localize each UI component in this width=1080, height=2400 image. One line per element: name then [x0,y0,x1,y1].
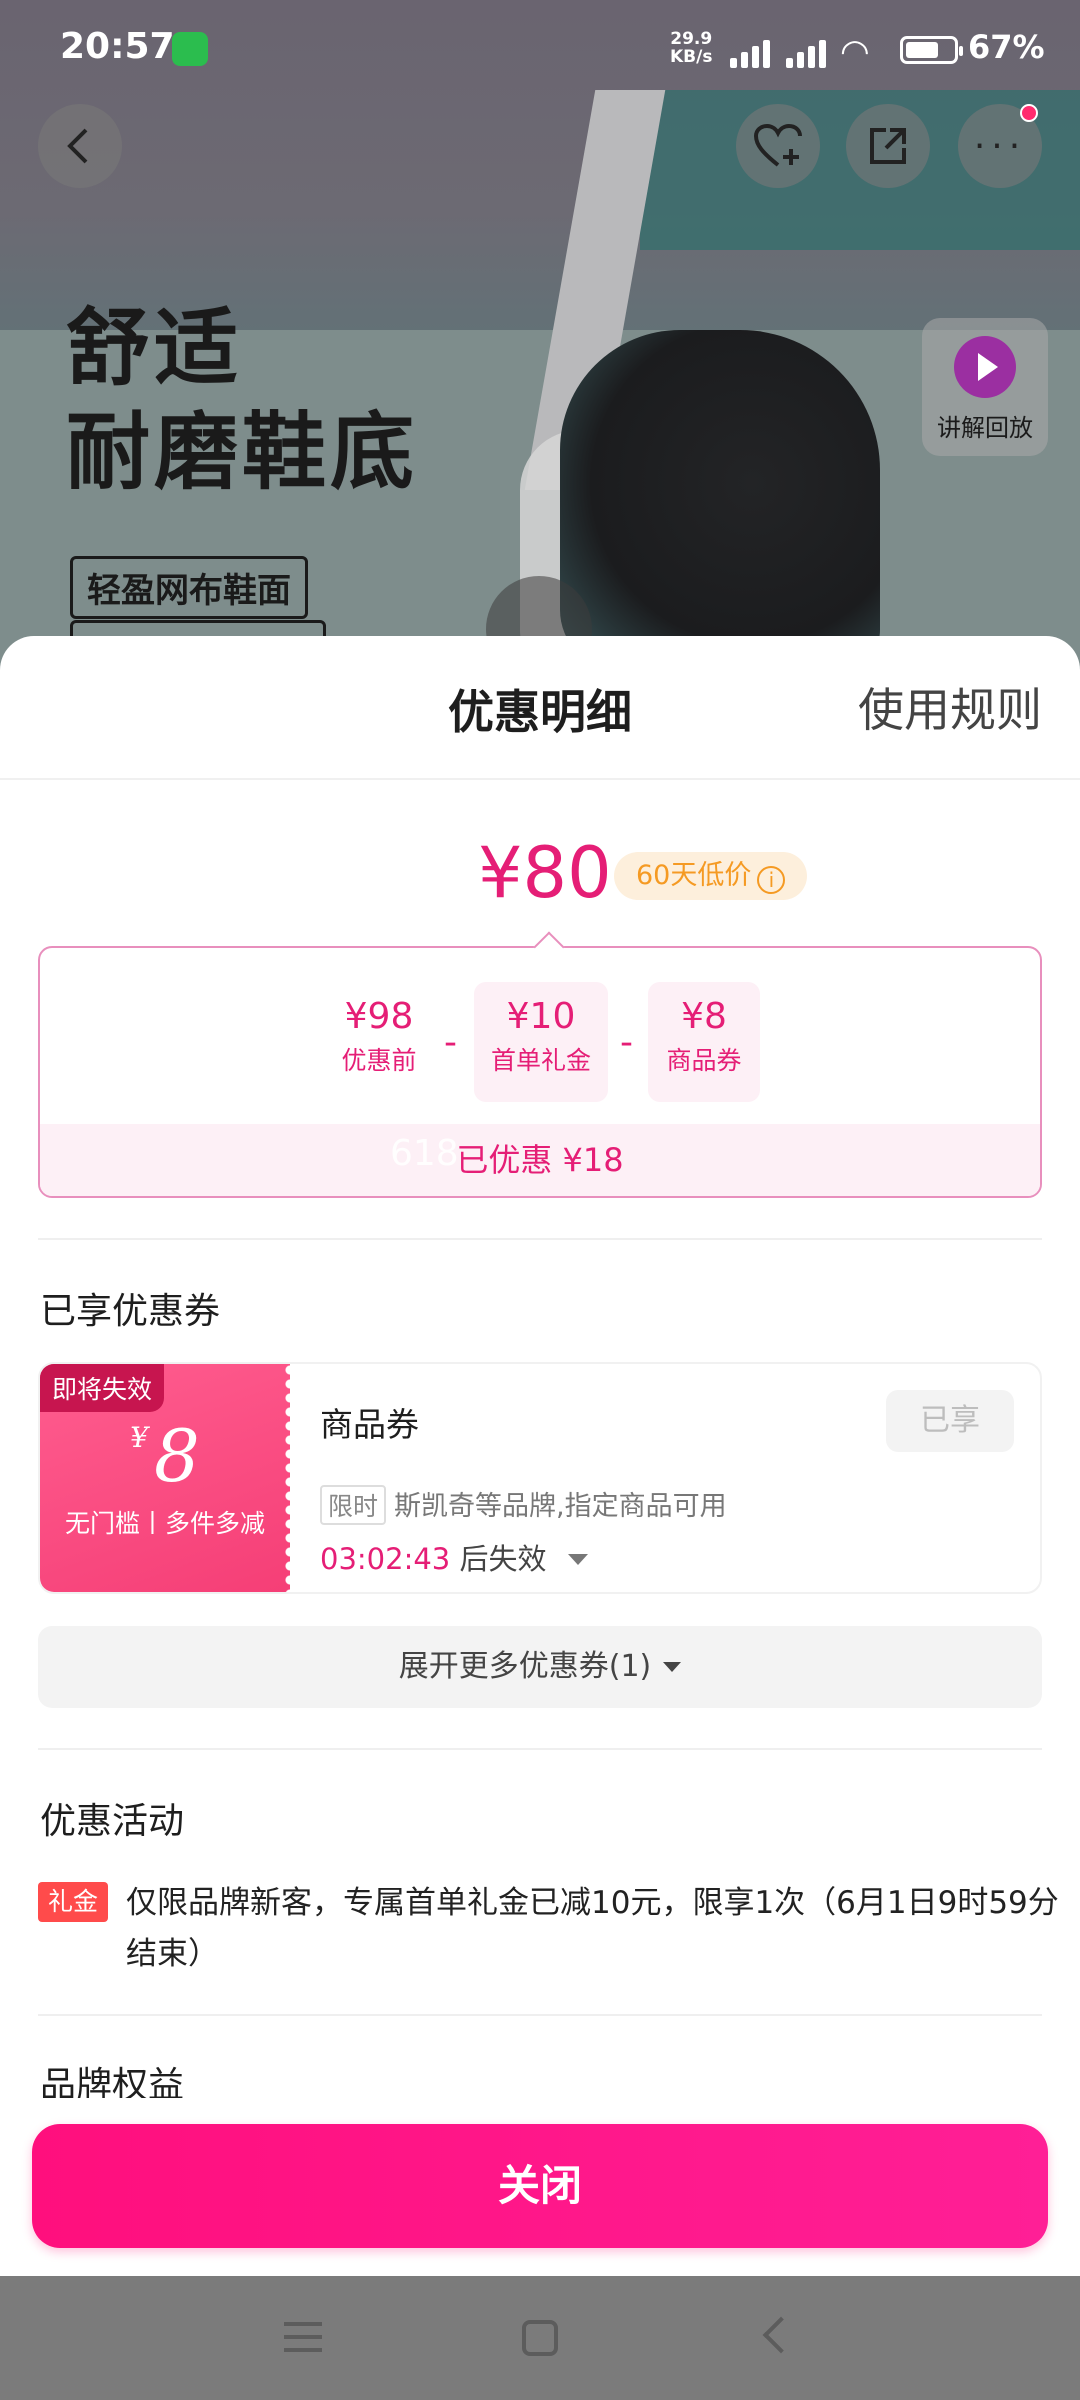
saved-amount-text: 已优惠 ¥18 [456,1141,624,1179]
limited-time-tag: 限时 [320,1485,387,1525]
info-icon: i [757,866,786,894]
expand-more-coupons-button[interactable]: 展开更多优惠券(1) [38,1626,1042,1708]
coupon-value-panel: 即将失效 ¥8 无门槛丨多件多减 [40,1364,296,1592]
final-price: ¥80 [478,832,612,914]
hero-headline-line1: 舒适 [66,299,243,397]
activity-section-title: 优惠活动 [40,1801,185,1842]
breakdown-coupon-label: 商品券 [666,1046,742,1075]
minus-sign: - [620,1022,633,1063]
shoe-image [560,330,880,670]
low-price-badge-label: 60天低价 [636,860,752,891]
countdown-suffix: 后失效 [459,1542,547,1576]
divider [38,1748,1042,1750]
heart-plus-icon [753,123,802,167]
coupon-amount-value: 8 [154,1414,200,1498]
network-speed-value: 29.9 [670,29,713,49]
coupon-card[interactable]: 即将失效 ¥8 无门槛丨多件多减 商品券 已享 限时 斯凯奇等品牌,指定商品可用 … [38,1362,1042,1594]
sheet-header: 优惠明细 使用规则 [0,636,1080,780]
status-time: 20:57 [60,26,175,67]
recent-apps-icon[interactable] [284,2322,322,2352]
breakdown-original: ¥98 优惠前 [312,982,446,1102]
replay-label: 讲解回放 [937,414,1033,442]
replay-button[interactable]: 讲解回放 [922,318,1048,456]
replay-play-icon [954,336,1016,398]
coupon-countdown[interactable]: 03:02:43 后失效 [320,1536,588,1578]
close-button-bar: 关闭 [0,2098,1080,2276]
network-speed: 29.9 KB/s [670,30,712,66]
expire-tag: 即将失效 [40,1364,165,1412]
saved-amount: 618 已优惠 ¥18 [40,1124,1040,1196]
more-dots-icon: ··· [973,125,1027,167]
breakdown-coupon-value: ¥8 [681,996,727,1037]
product-image-background: 舒适 耐磨鞋底 轻盈网布鞋面 [0,0,1080,700]
breakdown-gift-value: ¥10 [506,996,576,1037]
wechat-notification-icon [172,32,208,66]
minus-sign: - [444,1022,457,1063]
share-icon [870,128,906,164]
countdown-value: 03:02:43 [320,1542,451,1576]
breakdown-gift: ¥10 首单礼金 [474,982,608,1102]
system-navigation-bar [0,2276,1080,2400]
network-speed-unit: KB/s [670,47,713,67]
usage-rules-link[interactable]: 使用规则 [858,674,1042,740]
coupon-condition: 无门槛丨多件多减 [64,1509,265,1538]
favorite-button[interactable] [736,104,820,188]
chevron-down-icon [567,1554,588,1565]
discount-detail-sheet: 优惠明细 使用规则 ¥80 60天低价 i ¥98 优惠前 - ¥10 首单礼金 … [0,636,1080,2276]
coupon-name: 商品券 [320,1405,419,1444]
breakdown-pointer [533,931,565,963]
battery-percent: 67% [968,28,1045,66]
chevron-down-icon [663,1662,682,1672]
back-icon[interactable] [762,2316,800,2354]
share-button[interactable] [846,104,930,188]
hero-feature-tag: 轻盈网布鞋面 [70,556,308,619]
back-button[interactable] [38,104,122,188]
activity-text: 仅限品牌新客，专属首单礼金已减10元，限享1次（6月1日9时59分结束） [126,1885,1059,1972]
expand-more-coupons-label: 展开更多优惠券(1) [398,1649,652,1684]
coupon-description-text: 斯凯奇等品牌,指定商品可用 [394,1491,727,1522]
low-price-badge[interactable]: 60天低价 i [614,852,808,900]
home-icon[interactable] [522,2320,558,2356]
wifi-icon: ◠ [840,32,870,72]
breakdown-coupon: ¥8 商品券 [648,982,760,1102]
coupon-perforated-edge [284,1364,296,1592]
coupon-amount: ¥8 [40,1414,290,1498]
close-button[interactable]: 关闭 [32,2124,1048,2248]
price-breakdown: ¥98 优惠前 - ¥10 首单礼金 - ¥8 商品券 618 已优惠 ¥18 [38,931,1042,1198]
divider [38,1238,1042,1240]
status-bar: 20:57 29.9 KB/s ◠ 67% [0,0,1080,96]
hero-headline-line2: 耐磨鞋底 [66,403,419,501]
coupon-currency: ¥ [130,1421,148,1454]
coupon-description: 限时 斯凯奇等品牌,指定商品可用 [320,1484,727,1525]
signal-icon [730,34,780,68]
signal-icon-2 [786,34,836,68]
coupons-section-title: 已享优惠券 [40,1291,221,1332]
notification-dot [1020,104,1038,122]
promo-overlay-text: 618 [390,1133,459,1174]
gift-money-badge: 礼金 [38,1882,109,1922]
divider [38,2014,1042,2016]
breakdown-gift-label: 首单礼金 [490,1046,591,1075]
hero-headline: 舒适 耐磨鞋底 [66,296,418,504]
breakdown-original-value: ¥98 [344,996,414,1037]
coupon-status-button[interactable]: 已享 [886,1390,1014,1452]
back-arrow-icon [67,128,88,164]
breakdown-original-label: 优惠前 [341,1046,417,1075]
battery-icon [900,36,963,64]
